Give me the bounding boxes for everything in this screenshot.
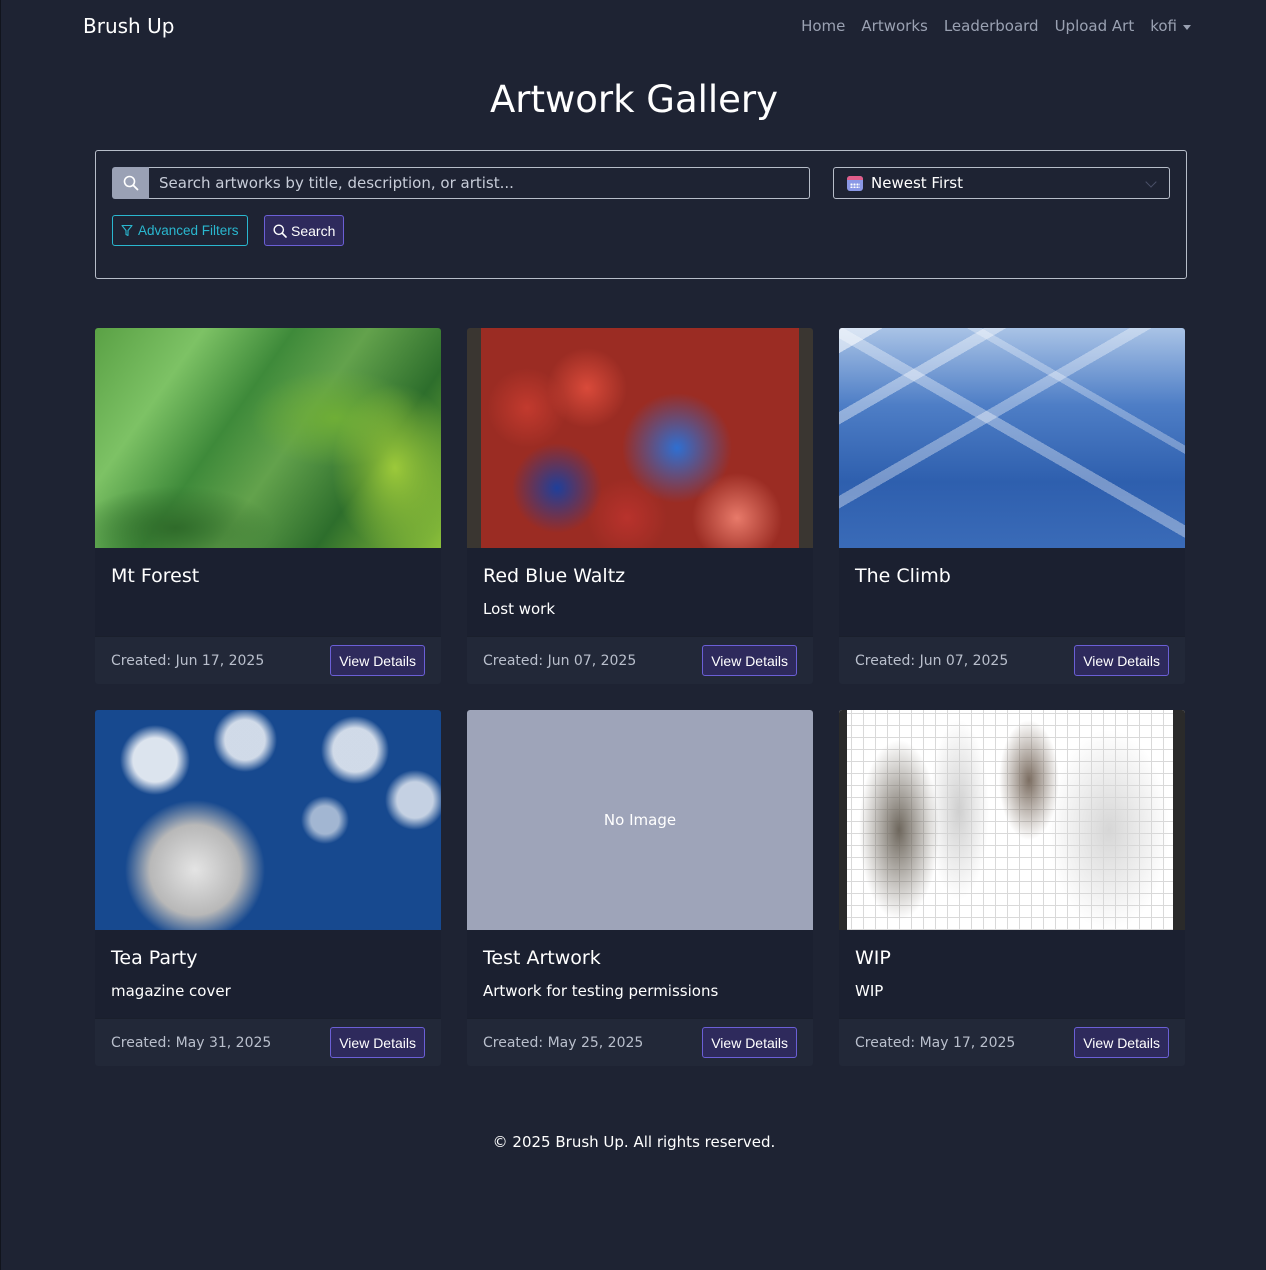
- artwork-created-date: Created: May 25, 2025: [483, 1035, 644, 1051]
- view-details-button[interactable]: View Details: [702, 1027, 797, 1058]
- artwork-card: Red Blue Waltz Lost work Created: Jun 07…: [467, 328, 813, 684]
- search-icon: [273, 224, 287, 238]
- page-title: Artwork Gallery: [489, 78, 779, 121]
- filter-icon: [121, 224, 133, 237]
- chevron-down-icon: [1145, 176, 1157, 188]
- artwork-description: Artwork for testing permissions: [483, 982, 719, 1000]
- card-footer: Created: Jun 07, 2025 View Details: [839, 636, 1185, 684]
- no-image-placeholder[interactable]: No Image: [467, 710, 813, 930]
- search-button[interactable]: Search: [264, 215, 345, 246]
- view-details-button[interactable]: View Details: [330, 645, 425, 676]
- nav-links: Home Artworks Leaderboard Upload Art kof…: [801, 17, 1191, 35]
- search-group: [112, 167, 810, 199]
- artwork-image[interactable]: [95, 710, 441, 930]
- card-footer: Created: Jun 17, 2025 View Details: [95, 636, 441, 684]
- advanced-filters-button[interactable]: Advanced Filters: [112, 215, 248, 246]
- sort-select[interactable]: Newest First: [833, 167, 1170, 199]
- search-button-label: Search: [291, 222, 336, 239]
- artwork-card: The Climb Created: Jun 07, 2025 View Det…: [839, 328, 1185, 684]
- artwork-title: Test Artwork: [483, 947, 601, 969]
- artwork-card: Tea Party magazine cover Created: May 31…: [95, 710, 441, 1066]
- artwork-image[interactable]: [95, 328, 441, 548]
- artwork-image[interactable]: [839, 328, 1185, 548]
- artwork-created-date: Created: Jun 07, 2025: [483, 653, 637, 669]
- navbar: Brush Up Home Artworks Leaderboard Uploa…: [1, 0, 1266, 54]
- filter-panel: Newest First Advanced Filters Search: [95, 150, 1187, 279]
- artwork-title: Tea Party: [111, 947, 198, 969]
- artwork-card: Mt Forest Created: Jun 17, 2025 View Det…: [95, 328, 441, 684]
- calendar-icon: [847, 175, 863, 191]
- user-name: kofi: [1150, 17, 1177, 35]
- artwork-image[interactable]: [467, 328, 813, 548]
- view-details-button[interactable]: View Details: [1074, 1027, 1169, 1058]
- search-input[interactable]: [149, 167, 810, 199]
- caret-down-icon: [1183, 24, 1191, 30]
- advanced-filters-label: Advanced Filters: [138, 223, 239, 238]
- sort-selected-value: Newest First: [871, 174, 963, 192]
- search-icon: [112, 167, 149, 199]
- artwork-created-date: Created: May 31, 2025: [111, 1035, 272, 1051]
- artwork-card: WIP WIP Created: May 17, 2025 View Detai…: [839, 710, 1185, 1066]
- nav-link-artworks[interactable]: Artworks: [861, 17, 927, 35]
- artwork-card: No Image Test Artwork Artwork for testin…: [467, 710, 813, 1066]
- footer-copyright: © 2025 Brush Up. All rights reserved.: [492, 1133, 776, 1151]
- artwork-description: magazine cover: [111, 982, 231, 1000]
- brand-logo[interactable]: Brush Up: [83, 14, 174, 38]
- artwork-title: WIP: [855, 947, 891, 969]
- nav-link-leaderboard[interactable]: Leaderboard: [944, 17, 1039, 35]
- card-footer: Created: May 31, 2025 View Details: [95, 1018, 441, 1066]
- artwork-description: Lost work: [483, 600, 556, 618]
- artwork-created-date: Created: May 17, 2025: [855, 1035, 1016, 1051]
- artwork-description: WIP: [855, 982, 884, 1000]
- artwork-title: Red Blue Waltz: [483, 565, 626, 587]
- view-details-button[interactable]: View Details: [1074, 645, 1169, 676]
- card-footer: Created: May 25, 2025 View Details: [467, 1018, 813, 1066]
- artwork-created-date: Created: Jun 17, 2025: [111, 653, 265, 669]
- card-footer: Created: May 17, 2025 View Details: [839, 1018, 1185, 1066]
- nav-link-upload-art[interactable]: Upload Art: [1055, 17, 1135, 35]
- user-menu-dropdown[interactable]: kofi: [1150, 17, 1191, 35]
- view-details-button[interactable]: View Details: [702, 645, 797, 676]
- card-footer: Created: Jun 07, 2025 View Details: [467, 636, 813, 684]
- artwork-title: The Climb: [855, 565, 951, 587]
- artwork-image[interactable]: [839, 710, 1185, 930]
- nav-link-home[interactable]: Home: [801, 17, 845, 35]
- artwork-created-date: Created: Jun 07, 2025: [855, 653, 1009, 669]
- view-details-button[interactable]: View Details: [330, 1027, 425, 1058]
- artwork-title: Mt Forest: [111, 565, 200, 587]
